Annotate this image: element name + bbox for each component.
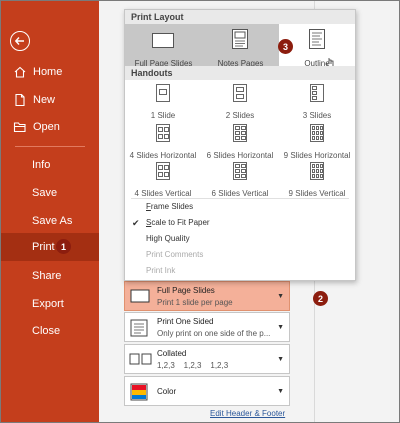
nav-item-label: Open	[33, 121, 60, 133]
dropdown-arrow-icon: ▼	[277, 356, 284, 363]
backstage-nav: Home New Open Info Save Save As Print Sh…	[1, 1, 99, 422]
nav-item-open[interactable]: Open	[1, 113, 99, 141]
handout-label: 6 Slides Vertical	[211, 189, 269, 198]
dropdown-title: Full Page Slides	[157, 286, 215, 295]
color-palette-icon	[130, 383, 148, 401]
nav-item-label: Share	[32, 270, 62, 282]
nav-item-label: New	[33, 94, 56, 106]
three-slides-icon	[310, 84, 324, 102]
layout-notes-pages[interactable]: Notes Pages	[202, 24, 334, 72]
nav-divider	[15, 146, 85, 147]
handout-label: 4 Slides Horizontal	[129, 151, 197, 160]
handout-1-slide[interactable]: 1 Slide	[125, 82, 201, 120]
one-sided-icon	[130, 319, 148, 337]
full-page-slide-icon	[152, 33, 174, 48]
nav-item-label: Print	[32, 241, 55, 253]
home-icon	[13, 65, 27, 79]
print-comments-option: Print Comments	[146, 250, 204, 259]
nav-item-info[interactable]: Info	[1, 151, 99, 179]
six-slides-vertical-icon	[233, 162, 247, 180]
option-text: cale to Fit Paper	[151, 218, 210, 227]
step-badge-1: 1	[56, 239, 71, 254]
nine-slides-horizontal-icon	[310, 124, 324, 142]
handout-6-slides-vertical[interactable]: 6 Slides Vertical	[202, 160, 278, 198]
full-page-slide-icon	[130, 289, 150, 303]
handout-6-slides-horizontal[interactable]: 6 Slides Horizontal	[202, 122, 278, 160]
print-ink-option: Print Ink	[146, 266, 176, 275]
nav-item-new[interactable]: New	[1, 86, 99, 114]
handout-label: 2 Slides	[225, 111, 255, 120]
nine-slides-vertical-icon	[310, 162, 324, 180]
nav-item-label: Save As	[32, 215, 73, 227]
notes-page-icon	[232, 29, 248, 49]
slides-layout-dropdown[interactable]: Full Page Slides Print 1 slide per page …	[124, 281, 290, 311]
dropdown-subtitle: Only print on one side of the p...	[157, 329, 271, 338]
handout-label: 3 Slides	[302, 111, 332, 120]
dropdown-subtitle: Print 1 slide per page	[157, 298, 233, 307]
handout-3-slides[interactable]: 3 Slides	[279, 82, 355, 120]
handout-9-slides-vertical[interactable]: 9 Slides Vertical	[279, 160, 355, 198]
layout-full-page-slides[interactable]: Full Page Slides	[125, 24, 202, 72]
nav-item-label: Export	[32, 298, 64, 310]
one-slide-icon	[156, 84, 170, 102]
nav-item-export[interactable]: Export	[1, 290, 99, 318]
handout-4-slides-horizontal[interactable]: 4 Slides Horizontal	[125, 122, 201, 160]
two-slides-icon	[233, 84, 247, 102]
collated-icon	[129, 353, 152, 365]
step-badge-2: 2	[313, 291, 328, 306]
handouts-header: Handouts	[125, 66, 355, 80]
option-text: rame Slides	[150, 202, 194, 211]
handout-4-slides-vertical[interactable]: 4 Slides Vertical	[125, 160, 201, 198]
backstage-window: Home New Open Info Save Save As Print Sh…	[0, 0, 400, 423]
print-layout-menu: Print Layout Full Page Slides Notes Page…	[124, 9, 356, 281]
handout-label: 1 Slide	[150, 111, 176, 120]
nav-item-label: Info	[32, 159, 51, 171]
new-document-icon	[13, 93, 27, 107]
dropdown-title: Collated	[157, 349, 187, 358]
print-sides-dropdown[interactable]: Print One Sided Only print on one side o…	[124, 312, 290, 342]
handout-9-slides-horizontal[interactable]: 9 Slides Horizontal	[279, 122, 355, 160]
print-layout-header: Print Layout	[125, 10, 355, 24]
frame-slides-option[interactable]: Frame Slides	[125, 199, 355, 215]
dropdown-title: Color	[157, 387, 177, 396]
four-slides-horizontal-icon	[156, 124, 170, 142]
nav-item-share[interactable]: Share	[1, 262, 99, 290]
four-slides-vertical-icon	[156, 162, 170, 180]
dropdown-title: Print One Sided	[157, 317, 214, 326]
handout-label: 4 Slides Vertical	[134, 189, 192, 198]
handout-label: 9 Slides Vertical	[288, 189, 346, 198]
folder-icon	[13, 120, 27, 134]
nav-item-label: Save	[32, 187, 58, 199]
step-badge-3: 3	[278, 39, 293, 54]
six-slides-horizontal-icon	[233, 124, 247, 142]
handout-2-slides[interactable]: 2 Slides	[202, 82, 278, 120]
dropdown-arrow-icon: ▼	[277, 388, 284, 395]
handout-label: 6 Slides Horizontal	[206, 151, 274, 160]
nav-item-save[interactable]: Save	[1, 179, 99, 207]
color-dropdown[interactable]: Color ▼	[124, 376, 290, 406]
edit-header-footer-link[interactable]: Edit Header & Footer	[210, 409, 285, 418]
nav-item-close[interactable]: Close	[1, 317, 99, 345]
dropdown-subtitle: 1,2,3 1,2,3 1,2,3	[157, 361, 229, 370]
outline-page-icon	[309, 29, 325, 49]
nav-item-label: Close	[32, 325, 61, 337]
handout-label: 9 Slides Horizontal	[283, 151, 351, 160]
scale-to-fit-paper-option[interactable]: ✔ Scale to Fit Paper	[125, 215, 355, 231]
dropdown-arrow-icon: ▼	[277, 324, 284, 331]
nav-item-print[interactable]: Print	[1, 233, 99, 261]
back-arrow-icon[interactable]	[10, 31, 30, 51]
nav-item-label: Home	[33, 66, 63, 78]
nav-item-home[interactable]: Home	[1, 58, 99, 86]
collation-dropdown[interactable]: Collated 1,2,3 1,2,3 1,2,3 ▼	[124, 344, 290, 374]
dropdown-arrow-icon: ▼	[277, 293, 284, 300]
checkmark-icon: ✔	[132, 218, 140, 228]
nav-item-save-as[interactable]: Save As	[1, 207, 99, 235]
high-quality-option[interactable]: High Quality	[125, 231, 355, 247]
